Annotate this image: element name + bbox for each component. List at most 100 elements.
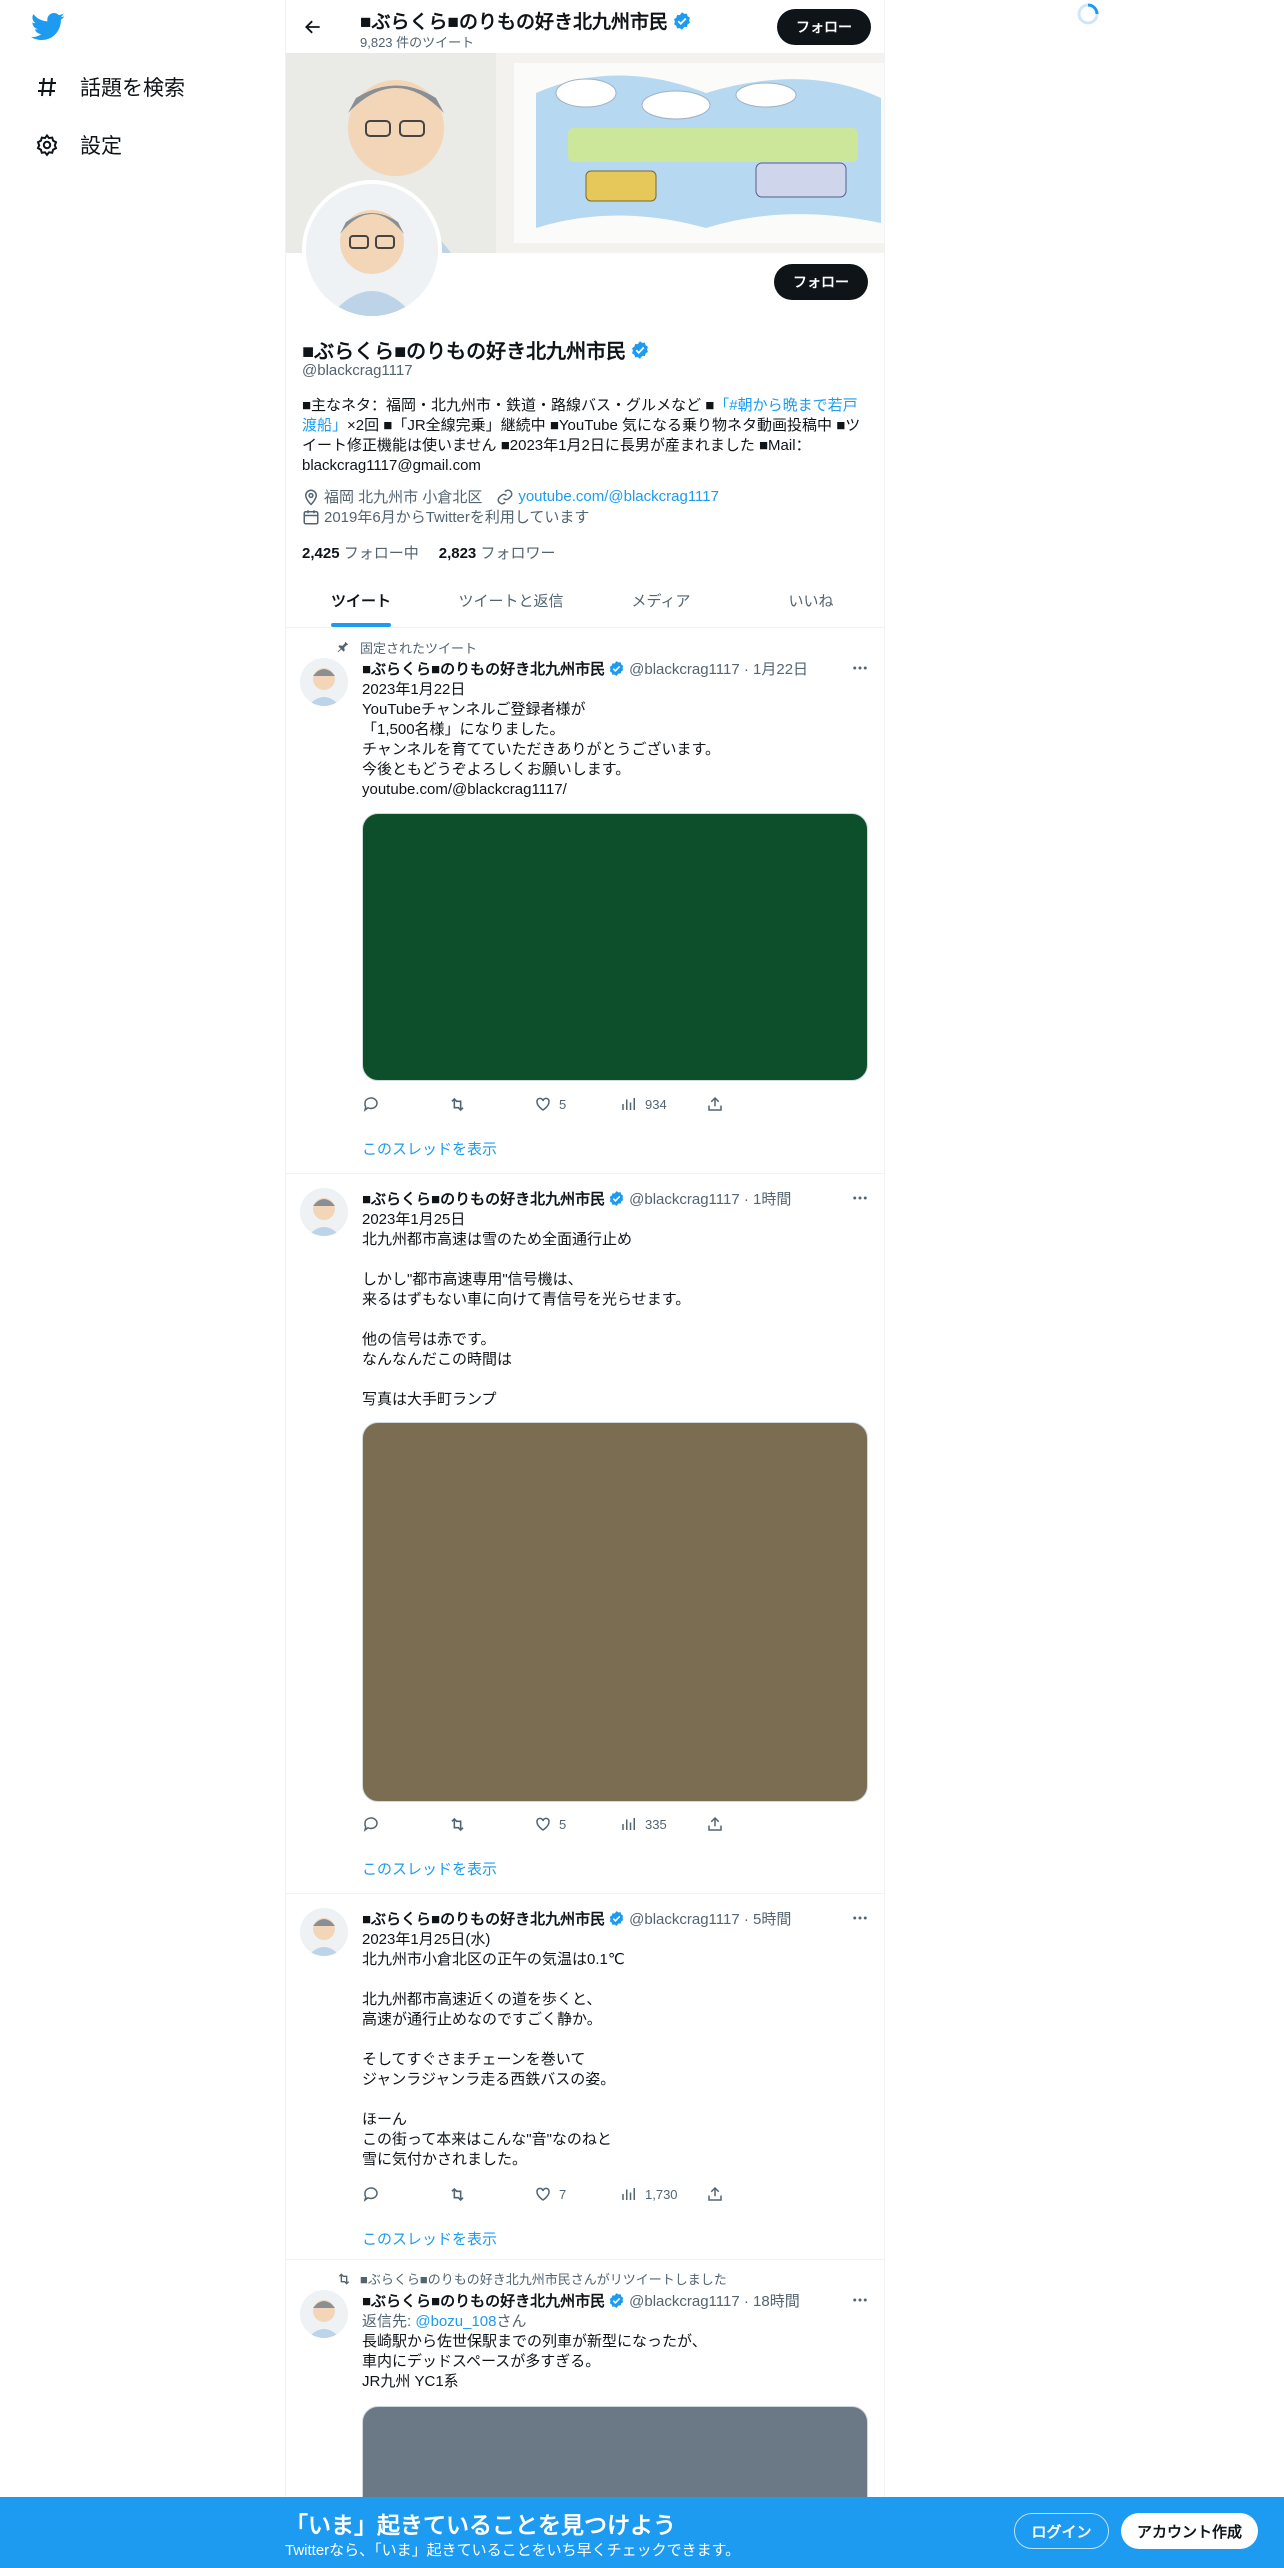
tweet-item[interactable]: 固定されたツイート ■ぶらくら■のりもの好き北九州市民 @blackcrag11… (286, 628, 884, 1174)
profile-avatar[interactable] (302, 180, 442, 320)
tweet-avatar[interactable] (300, 1188, 348, 1236)
reply-button[interactable] (362, 2184, 448, 2204)
followers-stat[interactable]: 2,823 フォロワー (439, 542, 556, 563)
tab-tweets[interactable]: ツイート (286, 574, 436, 627)
retweet-button[interactable] (448, 1814, 534, 1834)
following-count: 2,425 (302, 545, 340, 562)
show-thread-link[interactable]: このスレッドを表示 (362, 1138, 497, 1159)
tweet-actions: 5 934 (362, 1094, 792, 1114)
tweet-avatar[interactable] (300, 1908, 348, 1956)
tweet-author-name[interactable]: ■ぶらくら■のりもの好き北九州市民 (362, 1908, 605, 1929)
header-name: ■ぶらくら■のりもの好き北九州市民 (360, 7, 692, 34)
following-stat[interactable]: 2,425 フォロー中 (302, 542, 419, 563)
reply-button[interactable] (362, 1814, 448, 1834)
reply-icon (362, 1815, 381, 1834)
reply-to-handle[interactable]: @bozu_108 (415, 2313, 496, 2330)
tab-tweets-replies[interactable]: ツイートと返信 (436, 574, 586, 627)
tweet-header: ■ぶらくら■のりもの好き北九州市民 @blackcrag1117 · 5時間 (362, 1908, 870, 1928)
link-icon (496, 488, 514, 506)
tweet-avatar[interactable] (300, 658, 348, 706)
tweet-count: 9,823 件のツイート (360, 35, 475, 50)
tweet-media[interactable] (362, 1422, 868, 1802)
profile-location: 福岡 北九州市 小倉北区 (324, 489, 483, 506)
show-thread-link[interactable]: このスレッドを表示 (362, 1858, 497, 1879)
retweet-button[interactable] (448, 1094, 534, 1114)
tweet-text: 長崎駅から佐世保駅までの列車が新型になったが、 車内にデッドスペースが多すぎる。… (362, 2333, 707, 2390)
more-options-icon[interactable] (850, 658, 870, 678)
view-count: 1,730 (645, 2186, 678, 2202)
reply-to-prefix: 返信先: (362, 2313, 416, 2330)
profile-header-bar: ■ぶらくら■のりもの好き北九州市民 9,823 件のツイート フォロー (286, 0, 884, 53)
retweet-context-label[interactable]: ■ぶらくら■のりもの好き北九州市民さんがリツイートしました (360, 2269, 727, 2288)
tweet-header: ■ぶらくら■のりもの好き北九州市民 @blackcrag1117 · 18時間 (362, 2290, 870, 2310)
more-options-icon[interactable] (850, 1908, 870, 1928)
tweet-text: 2023年1月25日(水) 北九州市小倉北区の正午の気温は0.1℃ 北九州都市高… (362, 1931, 625, 2168)
signup-button[interactable]: アカウント作成 (1121, 2513, 1258, 2549)
calendar-icon (302, 508, 320, 526)
header-follow-button[interactable]: フォロー (777, 9, 871, 45)
tweet-author-name[interactable]: ■ぶらくら■のりもの好き北九州市民 (362, 1188, 605, 1209)
location-pin-icon (302, 488, 320, 506)
pin-icon (336, 640, 352, 656)
gear-icon (34, 132, 60, 158)
view-count: 934 (645, 1096, 667, 1112)
retweet-button[interactable] (448, 2184, 534, 2204)
profile-url-link[interactable]: youtube.com/@blackcrag1117 (518, 488, 719, 505)
tab-tweets-replies-label: ツイートと返信 (458, 593, 564, 610)
login-button[interactable]: ログイン (1014, 2513, 1109, 2549)
more-options-icon[interactable] (850, 2290, 870, 2310)
signup-banner: 「いま」起きていることを見つけよう Twitterなら、「いま」起きていることを… (0, 2497, 1284, 2568)
reply-icon (362, 1095, 381, 1114)
profile-tabs: ツイート ツイートと返信 メディア いいね (286, 574, 884, 628)
like-count: 5 (559, 1816, 567, 1832)
nav-settings[interactable]: 設定 (34, 125, 122, 165)
profile-name-text: ■ぶらくら■のりもの好き北九州市民 (302, 341, 627, 363)
like-button[interactable]: 5 (534, 1814, 620, 1834)
pinned-label: 固定されたツイート (360, 641, 478, 656)
share-button[interactable] (706, 1094, 792, 1114)
nav-explore[interactable]: 話題を検索 (34, 67, 185, 107)
tweet-link[interactable]: youtube.com/@blackcrag1117/ (362, 780, 870, 800)
profile-follow-button[interactable]: フォロー (774, 264, 868, 300)
heart-icon (534, 2185, 553, 2204)
tab-likes[interactable]: いいね (736, 574, 884, 627)
tweet-avatar[interactable] (300, 2290, 348, 2338)
retweet-context: ■ぶらくら■のりもの好き北九州市民さんがリツイートしました (336, 2269, 727, 2288)
tweet-header: ■ぶらくら■のりもの好き北九州市民 @blackcrag1117 · 1月22日 (362, 658, 870, 678)
verified-badge-icon (609, 2292, 624, 2308)
views-button[interactable]: 934 (620, 1094, 706, 1114)
verified-badge-icon (674, 11, 690, 30)
share-button[interactable] (706, 1814, 792, 1834)
show-thread-link[interactable]: このスレッドを表示 (362, 2228, 497, 2249)
tweet-handle-time[interactable]: @blackcrag1117 · 1月22日 (629, 658, 808, 679)
tab-media[interactable]: メディア (586, 574, 736, 627)
followers-count: 2,823 (438, 545, 477, 562)
reply-icon (362, 2185, 381, 2204)
following-label: フォロー中 (343, 545, 419, 562)
back-arrow-icon[interactable] (298, 12, 328, 42)
tweet-actions: 5 335 (362, 1814, 792, 1834)
twitter-logo-icon[interactable] (31, 12, 65, 42)
view-count: 335 (645, 1816, 667, 1832)
like-button[interactable]: 5 (534, 1094, 620, 1114)
reply-button[interactable] (362, 1094, 448, 1114)
tweet-author-name[interactable]: ■ぶらくら■のりもの好き北九州市民 (362, 658, 605, 679)
tweet-item[interactable]: ■ぶらくら■のりもの好き北九州市民 @blackcrag1117 · 1時間 2… (286, 1174, 884, 1894)
profile-stats: 2,425 フォロー中 2,823 フォロワー (302, 542, 555, 563)
tweet-handle-time[interactable]: @blackcrag1117 · 1時間 (629, 1188, 791, 1209)
loading-spinner-icon (1076, 2, 1100, 26)
tweet-handle-time[interactable]: @blackcrag1117 · 18時間 (629, 2290, 800, 2311)
more-options-icon[interactable] (850, 1188, 870, 1208)
tweet-item[interactable]: ■ぶらくら■のりもの好き北九州市民 @blackcrag1117 · 5時間 2… (286, 1894, 884, 2260)
tweet-handle-time[interactable]: @blackcrag1117 · 5時間 (629, 1908, 791, 1929)
retweet-icon (448, 1095, 467, 1114)
like-button[interactable]: 7 (534, 2184, 620, 2204)
tweet-author-name[interactable]: ■ぶらくら■のりもの好き北九州市民 (362, 2290, 605, 2311)
share-button[interactable] (706, 2184, 792, 2204)
tweet-media[interactable] (362, 813, 868, 1081)
views-button[interactable]: 1,730 (620, 2184, 706, 2204)
verified-badge-icon (609, 660, 624, 676)
views-button[interactable]: 335 (620, 1814, 706, 1834)
heart-icon (534, 1095, 553, 1114)
reply-to-line: 返信先: @bozu_108さん (362, 2312, 870, 2332)
